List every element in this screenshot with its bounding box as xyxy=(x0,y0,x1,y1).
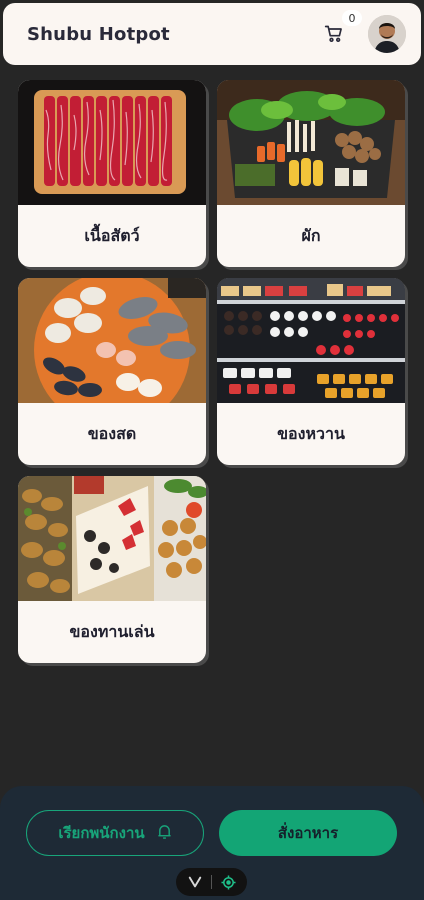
cart-button[interactable]: 0 xyxy=(322,10,362,46)
cart-icon xyxy=(324,25,342,42)
order-food-label: สั่งอาหาร xyxy=(277,824,339,842)
category-label: ของทานเล่น xyxy=(69,621,155,641)
category-label: เนื้อสัตว์ xyxy=(84,225,140,245)
category-card-meat[interactable]: เนื้อสัตว์ xyxy=(18,80,206,267)
category-label: ของสด xyxy=(87,423,137,443)
bottom-action-bar: เรียกพนักงาน สั่งอาหาร xyxy=(0,786,424,900)
call-staff-label: เรียกพนักงาน xyxy=(58,824,145,842)
app-header: Shubu Hotpot 0 xyxy=(3,3,421,65)
category-card-desserts[interactable]: ของหวาน xyxy=(217,278,405,465)
call-staff-button[interactable]: เรียกพนักงาน xyxy=(26,810,204,856)
dock-divider xyxy=(211,875,212,889)
order-food-button[interactable]: สั่งอาหาร xyxy=(219,810,397,856)
category-card-seafood[interactable]: ของสด xyxy=(18,278,206,465)
cart-count-badge: 0 xyxy=(342,10,362,26)
header-actions: 0 xyxy=(322,10,406,53)
raw-beef-slices-photo xyxy=(18,80,206,205)
app-title: Shubu Hotpot xyxy=(27,23,170,45)
chevron-v-icon[interactable] xyxy=(187,874,203,890)
category-label: ของหวาน xyxy=(277,423,345,443)
target-icon[interactable] xyxy=(220,874,236,890)
avatar-image xyxy=(368,15,406,53)
seafood-platter-photo xyxy=(18,278,206,403)
category-card-snacks[interactable]: ของทานเล่น xyxy=(18,476,206,663)
vegetable-platter-photo xyxy=(217,80,405,205)
user-avatar[interactable] xyxy=(368,15,406,53)
category-label: ผัก xyxy=(301,225,321,245)
bell-icon xyxy=(157,823,172,844)
dessert-display-photo xyxy=(217,278,405,403)
category-card-vegetables[interactable]: ผัก xyxy=(217,80,405,267)
snacks-collage-photo xyxy=(18,476,206,601)
floating-dock xyxy=(176,868,247,896)
